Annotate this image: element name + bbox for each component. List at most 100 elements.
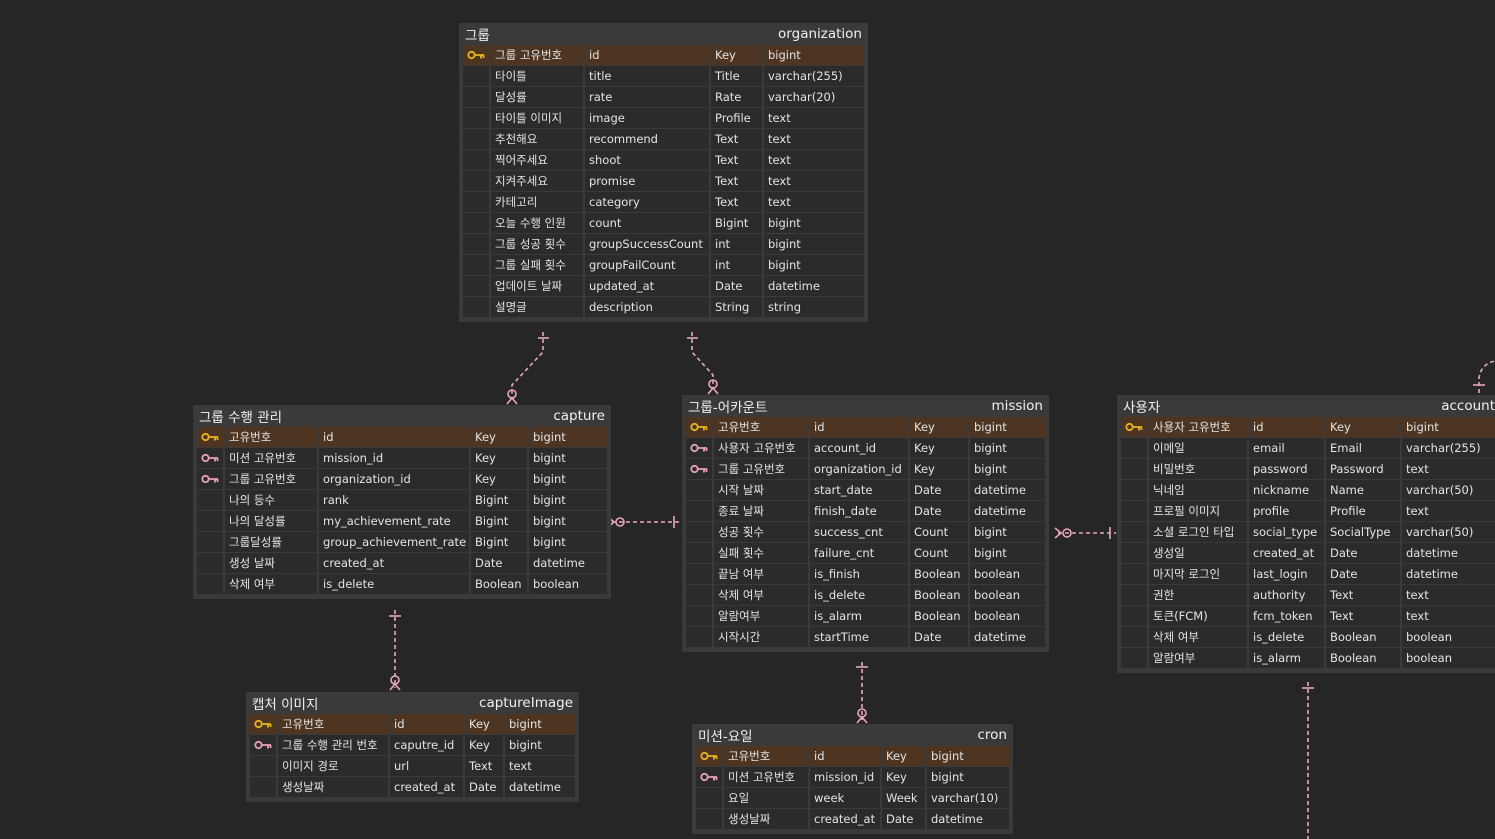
field-kind: Boolean (471, 574, 527, 595)
table-row[interactable]: 사용자 고유번호 account_id Key bigint (686, 438, 1045, 459)
table-row[interactable]: 타이틀 title Title varchar(255) (463, 66, 864, 87)
table-row[interactable]: 그룹 수행 관리 번호 caputre_id Key bigint (250, 735, 575, 756)
field-column: rate (585, 87, 709, 108)
field-column: start_date (810, 480, 908, 501)
table-row[interactable]: 오늘 수행 인원 count Bigint bigint (463, 213, 864, 234)
table-row[interactable]: 그룹달성률 group_achievement_rate Bigint bigint (197, 532, 607, 553)
foreign-key-icon (690, 464, 708, 474)
entity-account[interactable]: 사용자 account 사용자 고유번호 id Key bigint 이메일 email Ema… (1117, 395, 1495, 673)
many-marker (506, 396, 518, 405)
table-row[interactable]: 생성날짜 created_at Date datetime (250, 777, 575, 798)
table-row[interactable]: 프로필 이미지 profile Profile text (1121, 501, 1495, 522)
table-row[interactable]: 소셜 로그인 타입 social_type SocialType varchar(50… (1121, 522, 1495, 543)
table-row[interactable]: 고유번호 id Key bigint (197, 427, 607, 448)
entity-mission[interactable]: 그룹-어카운트 mission 고유번호 id Key bigint 사용자 고유번호 acc… (682, 395, 1049, 652)
table-row[interactable]: 달성률 rate Rate varchar(20) (463, 87, 864, 108)
table-row[interactable]: 시작시간 startTime Date datetime (686, 627, 1045, 648)
key-cell (463, 213, 489, 234)
primary-key-icon (690, 422, 708, 432)
field-name: 고유번호 (225, 427, 317, 448)
field-kind: Key (465, 714, 503, 735)
field-name: 삭제 여부 (714, 585, 808, 606)
table-row[interactable]: 그룹 실패 횟수 groupFailCount int bigint (463, 255, 864, 276)
key-cell (686, 564, 712, 585)
table-row[interactable]: 지켜주세요 promise Text text (463, 171, 864, 192)
table-row[interactable]: 알람여부 is_alarm Boolean boolean (1121, 648, 1495, 669)
table-row[interactable]: 업데이트 날짜 updated_at Date datetime (463, 276, 864, 297)
table-row[interactable]: 추천해요 recommend Text text (463, 129, 864, 150)
table-row[interactable]: 타이틀 이미지 image Profile text (463, 108, 864, 129)
key-cell (686, 417, 712, 438)
table-row[interactable]: 그룹 고유번호 id Key bigint (463, 45, 864, 66)
primary-key-icon (467, 50, 485, 60)
field-column: created_at (1249, 543, 1324, 564)
table-row[interactable]: 마지막 로그인 last_login Date datetime (1121, 564, 1495, 585)
table-row[interactable]: 그룹 고유번호 organization_id Key bigint (686, 459, 1045, 480)
entity-capture[interactable]: 그룹 수행 관리 capture 고유번호 id Key bigint 미션 고유번호 mis… (193, 405, 611, 599)
table-row[interactable]: 권한 authority Text text (1121, 585, 1495, 606)
table-row[interactable]: 나의 등수 rank Bigint bigint (197, 490, 607, 511)
field-name: 그룹 실패 횟수 (491, 255, 583, 276)
table-row[interactable]: 고유번호 id Key bigint (686, 417, 1045, 438)
table-row[interactable]: 삭제 여부 is_delete Boolean boolean (1121, 627, 1495, 648)
entity-table-name: mission (991, 398, 1043, 414)
table-row[interactable]: 미션 고유번호 mission_id Key bigint (696, 767, 1009, 788)
foreign-key-icon (201, 474, 219, 484)
field-name: 마지막 로그인 (1149, 564, 1247, 585)
field-name: 고유번호 (714, 417, 808, 438)
table-row[interactable]: 고유번호 id Key bigint (250, 714, 575, 735)
field-kind: Title (711, 66, 762, 87)
table-row[interactable]: 찍어주세요 shoot Text text (463, 150, 864, 171)
entity-cron[interactable]: 미션-요일 cron 고유번호 id Key bigint 미션 고유번호 mission_i… (692, 724, 1013, 834)
table-row[interactable]: 실패 횟수 failure_cnt Count bigint (686, 543, 1045, 564)
table-row[interactable]: 이미지 경로 url Text text (250, 756, 575, 777)
table-row[interactable]: 그룹 고유번호 organization_id Key bigint (197, 469, 607, 490)
table-row[interactable]: 생성날짜 created_at Date datetime (696, 809, 1009, 830)
table-row[interactable]: 시작 날짜 start_date Date datetime (686, 480, 1045, 501)
table-row[interactable]: 생성 날짜 created_at Date datetime (197, 553, 607, 574)
field-type: bigint (764, 213, 864, 234)
key-cell (197, 427, 223, 448)
entity-captureImage[interactable]: 캡처 이미지 captureImage 고유번호 id Key bigint 그룹 수행 관… (246, 692, 579, 802)
field-type: text (764, 150, 864, 171)
table-row[interactable]: 나의 달성률 my_achievement_rate Bigint bigint (197, 511, 607, 532)
field-column: count (585, 213, 709, 234)
field-name: 오늘 수행 인원 (491, 213, 583, 234)
table-row[interactable]: 설명글 description String string (463, 297, 864, 318)
key-cell (463, 297, 489, 318)
table-row[interactable]: 사용자 고유번호 id Key bigint (1121, 417, 1495, 438)
table-row[interactable]: 비밀번호 password Password text (1121, 459, 1495, 480)
table-row[interactable]: 카테고리 category Text text (463, 192, 864, 213)
table-row[interactable]: 삭제 여부 is_delete Boolean boolean (197, 574, 607, 595)
field-name: 생성일 (1149, 543, 1247, 564)
table-row[interactable]: 알람여부 is_alarm Boolean boolean (686, 606, 1045, 627)
field-column: is_alarm (810, 606, 908, 627)
field-kind: Key (910, 438, 968, 459)
table-row[interactable]: 닉네임 nickname Name varchar(50) (1121, 480, 1495, 501)
entity-organization[interactable]: 그룹 organization 그룹 고유번호 id Key bigint 타이틀 title… (459, 23, 868, 322)
key-cell (197, 574, 223, 595)
table-row[interactable]: 토큰(FCM) fcm_token Text text (1121, 606, 1495, 627)
table-row[interactable]: 끝남 여부 is_finish Boolean boolean (686, 564, 1045, 585)
field-name: 고유번호 (724, 746, 808, 767)
table-row[interactable]: 종료 날짜 finish_date Date datetime (686, 501, 1045, 522)
key-cell (463, 276, 489, 297)
table-row[interactable]: 삭제 여부 is_delete Boolean boolean (686, 585, 1045, 606)
table-row[interactable]: 고유번호 id Key bigint (696, 746, 1009, 767)
field-column: social_type (1249, 522, 1324, 543)
field-kind: Key (471, 469, 527, 490)
table-row[interactable]: 그룹 성공 횟수 groupSuccessCount int bigint (463, 234, 864, 255)
key-cell (686, 459, 712, 480)
field-name: 생성날짜 (724, 809, 808, 830)
field-kind: int (711, 255, 762, 276)
table-row[interactable]: 성공 횟수 success_cnt Count bigint (686, 522, 1045, 543)
table-row[interactable]: 요일 week Week varchar(10) (696, 788, 1009, 809)
field-type: bigint (529, 448, 607, 469)
table-row[interactable]: 생성일 created_at Date datetime (1121, 543, 1495, 564)
table-row[interactable]: 이메일 email Email varchar(255) (1121, 438, 1495, 459)
table-row[interactable]: 미션 고유번호 mission_id Key bigint (197, 448, 607, 469)
field-column: my_achievement_rate (319, 511, 469, 532)
field-kind: Boolean (910, 606, 968, 627)
key-cell (686, 480, 712, 501)
field-name: 성공 횟수 (714, 522, 808, 543)
